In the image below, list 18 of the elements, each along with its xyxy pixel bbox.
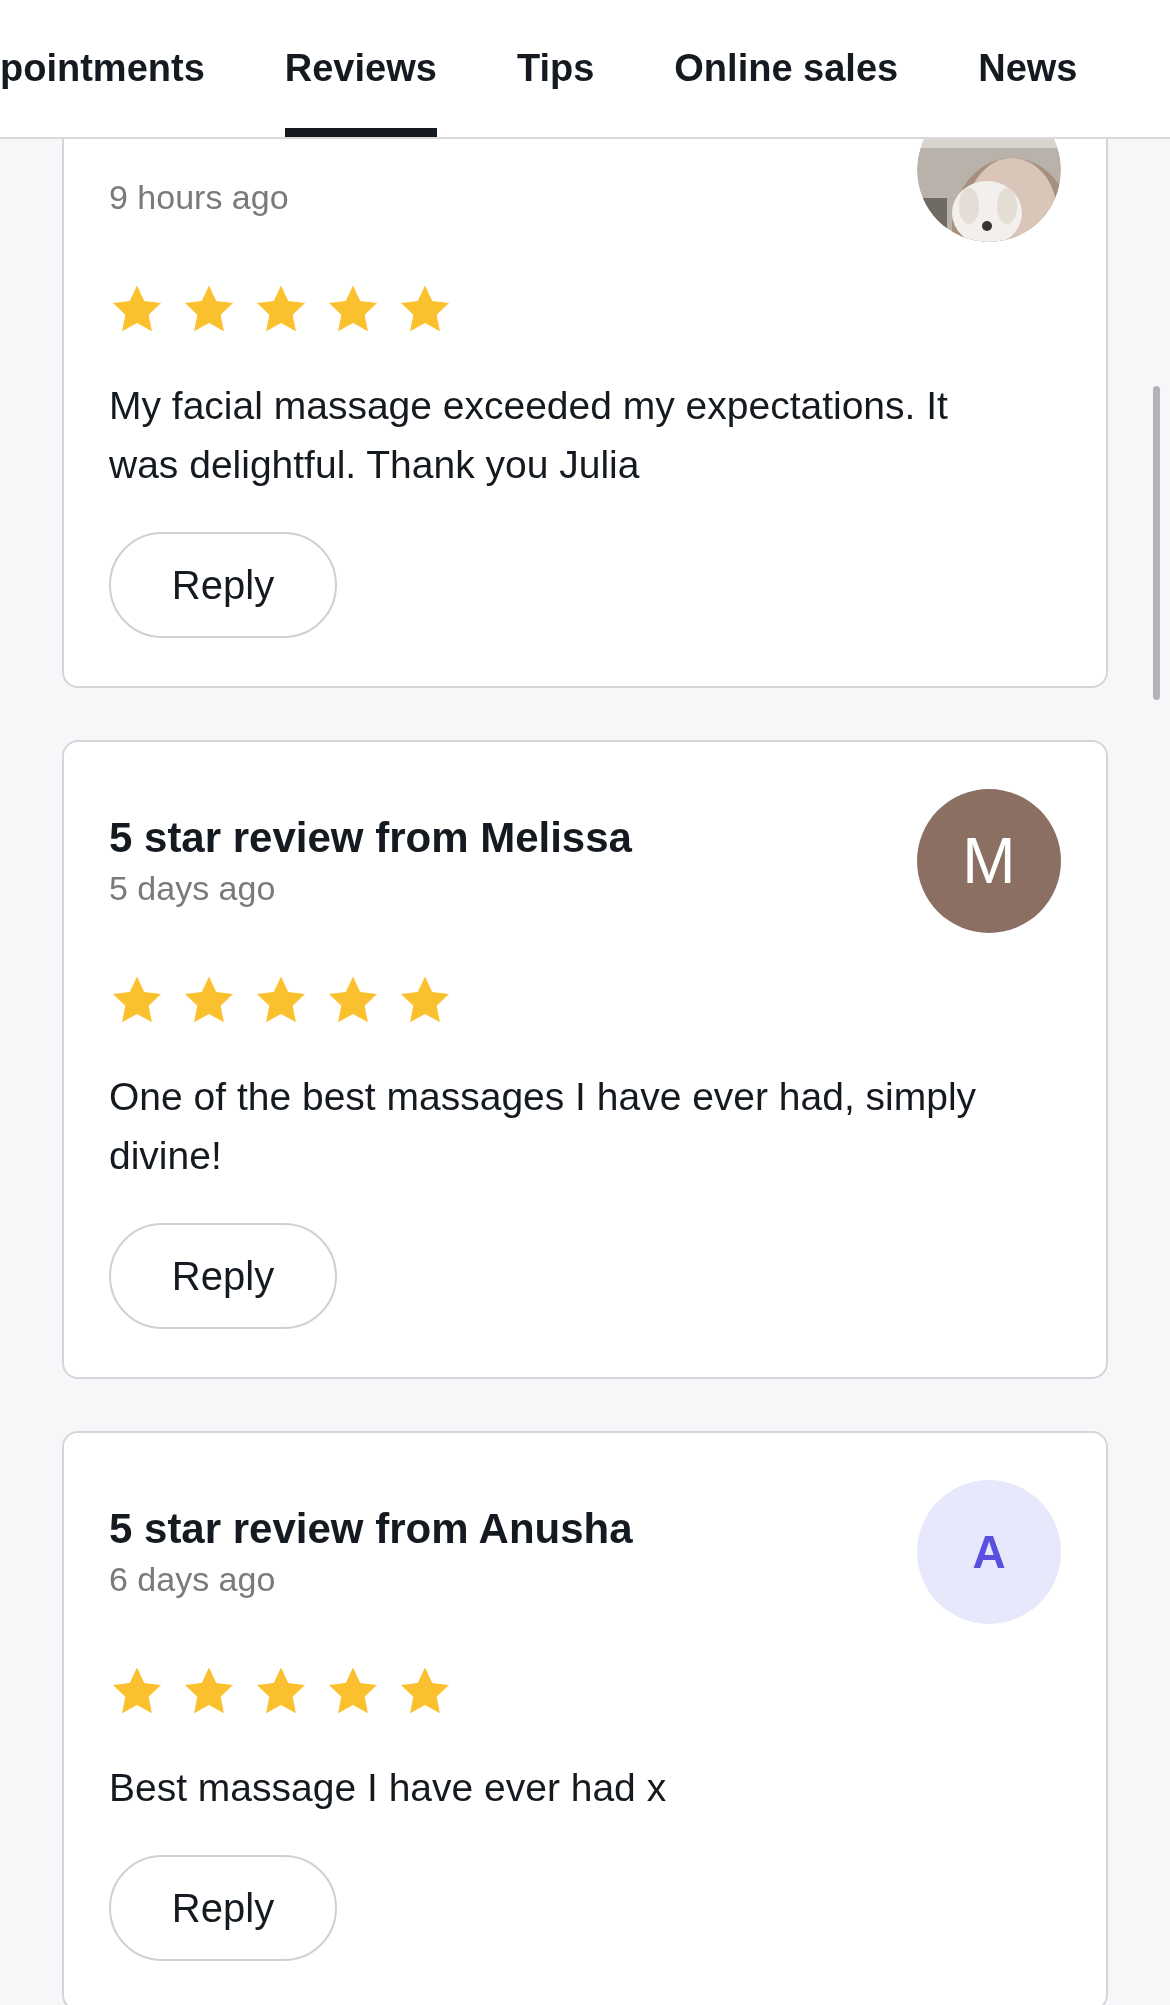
reply-button[interactable]: Reply (109, 1855, 337, 1961)
review-text: My facial massage exceeded my expectations. It was delightful. Thank you Julia (109, 383, 949, 488)
review-title: 5 star review from Melissa (109, 813, 632, 863)
avatar: A (917, 1480, 1061, 1624)
review-time: 9 hours ago (109, 177, 289, 218)
review-text: One of the best massages I have ever had, simply divine! (109, 1074, 978, 1179)
tab[interactable]: News (978, 0, 1078, 137)
avatar: M (917, 789, 1061, 933)
review-title: 5 star review from Anusha (109, 1504, 633, 1554)
reply-button[interactable]: Reply (109, 1223, 337, 1329)
review-time: 6 days ago (109, 1559, 276, 1600)
tab[interactable]: Online sales (674, 0, 899, 137)
review-text: Best massage I have ever had x (109, 1765, 668, 1811)
reply-button[interactable]: Reply (109, 532, 337, 638)
scrollbar[interactable] (1153, 386, 1160, 700)
tab[interactable]: Tips (516, 0, 595, 137)
review-time: 5 days ago (109, 868, 276, 909)
tab[interactable]: pointments (0, 0, 205, 137)
